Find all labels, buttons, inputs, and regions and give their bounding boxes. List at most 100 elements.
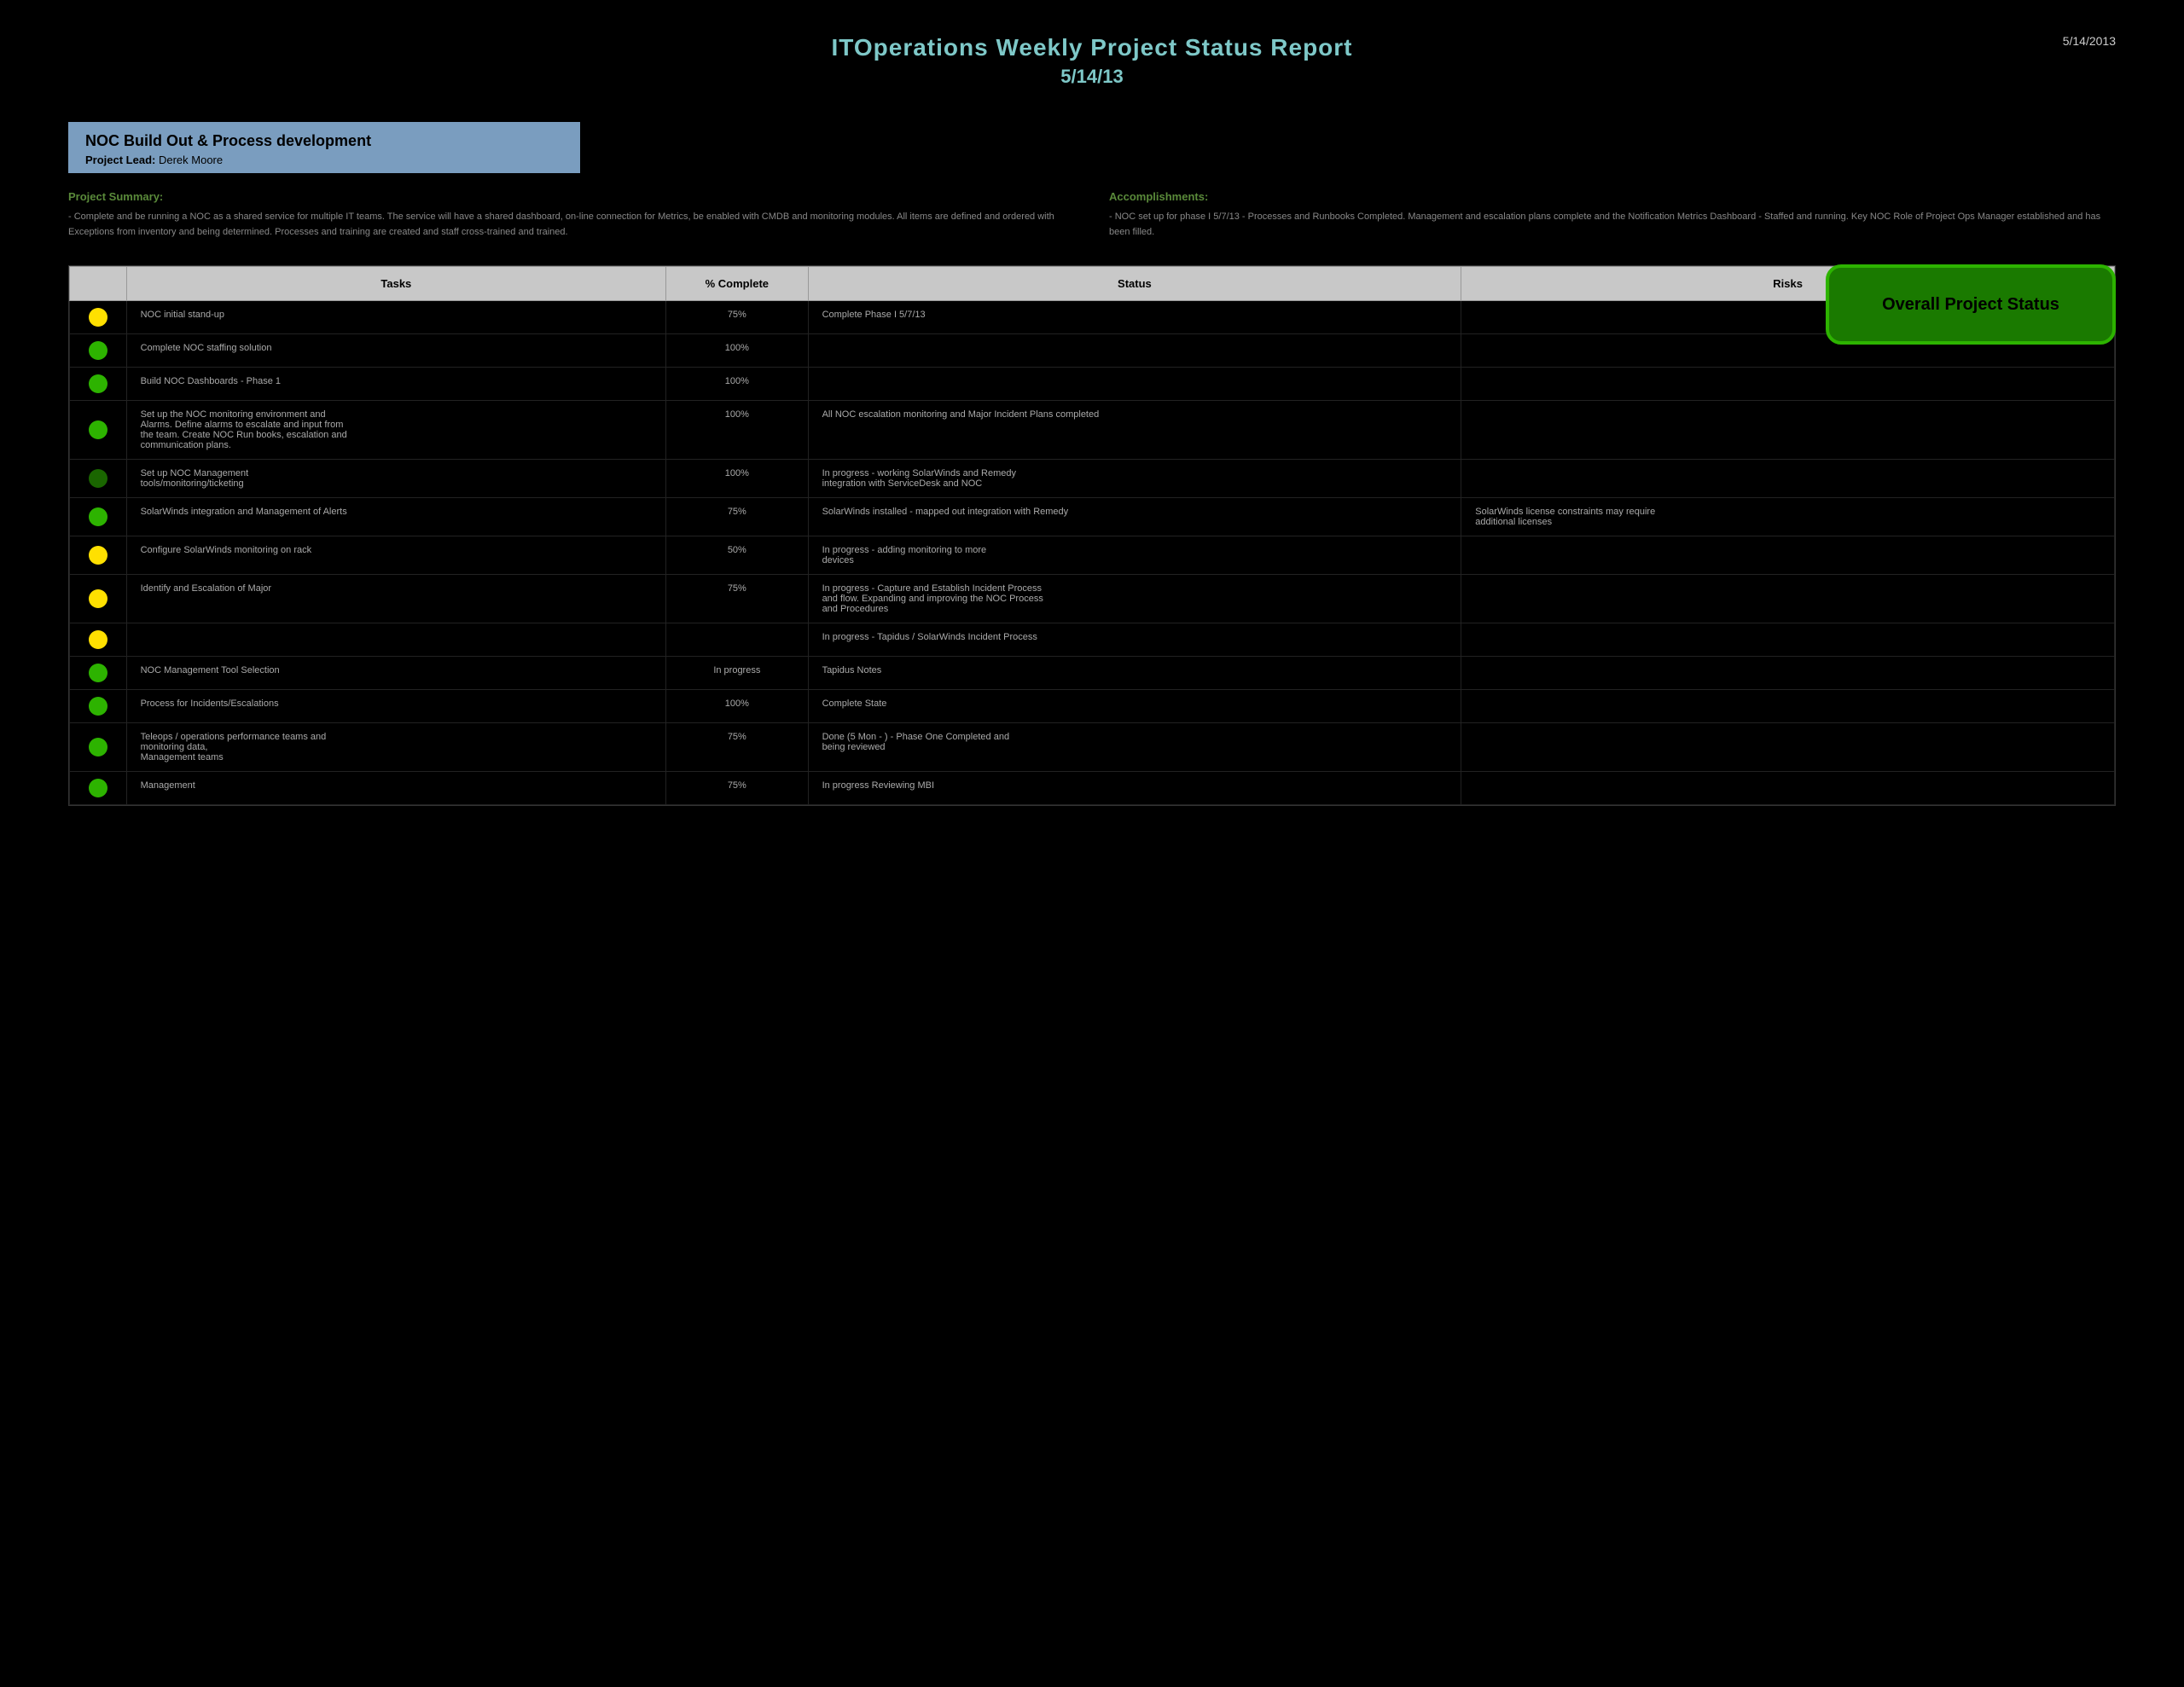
risks-cell [1461, 723, 2115, 772]
right-section: Accomplishments: - NOC set up for phase … [1109, 190, 2116, 240]
complete-cell: 75% [666, 575, 808, 623]
table-row: Complete NOC staffing solution100% [70, 334, 2115, 368]
status-cell: In progress - Capture and Establish Inci… [808, 575, 1461, 623]
status-cell: Tapidus Notes [808, 657, 1461, 690]
complete-cell: In progress [666, 657, 808, 690]
task-cell: Build NOC Dashboards - Phase 1 [126, 368, 666, 401]
indicator-cell [70, 334, 127, 368]
risks-cell [1461, 623, 2115, 657]
status-cell: In progress - adding monitoring to more … [808, 536, 1461, 575]
status-cell [808, 368, 1461, 401]
status-cell: In progress - Tapidus / SolarWinds Incid… [808, 623, 1461, 657]
task-cell [126, 623, 666, 657]
status-cell: Complete Phase I 5/7/13 [808, 301, 1461, 334]
indicator-cell [70, 301, 127, 334]
complete-cell: 75% [666, 772, 808, 805]
status-cell: All NOC escalation monitoring and Major … [808, 401, 1461, 460]
indicator-cell [70, 401, 127, 460]
risks-cell: SolarWinds license constraints may requi… [1461, 498, 2115, 536]
project-banner: NOC Build Out & Process development Proj… [68, 122, 580, 173]
col-indicator-header [70, 267, 127, 301]
status-dot [89, 697, 107, 716]
status-cell: In progress Reviewing MBI [808, 772, 1461, 805]
risks-cell [1461, 460, 2115, 498]
risks-cell [1461, 536, 2115, 575]
status-cell: Complete State [808, 690, 1461, 723]
task-cell: NOC Management Tool Selection [126, 657, 666, 690]
table-header-row: Tasks % Complete Status Risks [70, 267, 2115, 301]
indicator-cell [70, 536, 127, 575]
complete-cell: 100% [666, 368, 808, 401]
content-area: Project Summary: - Complete and be runni… [68, 190, 2116, 240]
tasks-table: Tasks % Complete Status Risks NOC initia… [69, 266, 2115, 805]
table-row: Teleops / operations performance teams a… [70, 723, 2115, 772]
risks-cell [1461, 368, 2115, 401]
table-row: Configure SolarWinds monitoring on rack5… [70, 536, 2115, 575]
page-title: ITOperations Weekly Project Status Repor… [68, 34, 2116, 61]
task-cell: Complete NOC staffing solution [126, 334, 666, 368]
project-name: NOC Build Out & Process development [85, 132, 563, 150]
right-section-header: Accomplishments: [1109, 190, 2116, 203]
left-section-text: - Complete and be running a NOC as a sha… [68, 210, 1075, 240]
left-section-header: Project Summary: [68, 190, 1075, 203]
complete-cell: 100% [666, 401, 808, 460]
page-subtitle: 5/14/13 [68, 66, 2116, 88]
tasks-table-container: Tasks % Complete Status Risks NOC initia… [68, 265, 2116, 806]
table-row: Identify and Escalation of Major75%In pr… [70, 575, 2115, 623]
table-row: NOC Management Tool SelectionIn progress… [70, 657, 2115, 690]
status-dot [89, 469, 107, 488]
status-dot [89, 589, 107, 608]
status-dot [89, 738, 107, 757]
project-lead: Project Lead: Derek Moore [85, 154, 563, 166]
table-row: Management75%In progress Reviewing MBI [70, 772, 2115, 805]
task-cell: Teleops / operations performance teams a… [126, 723, 666, 772]
indicator-cell [70, 690, 127, 723]
overall-status-box: Overall Project Status [1826, 264, 2116, 345]
task-cell: Process for Incidents/Escalations [126, 690, 666, 723]
indicator-cell [70, 772, 127, 805]
table-row: NOC initial stand-up75%Complete Phase I … [70, 301, 2115, 334]
task-cell: Identify and Escalation of Major [126, 575, 666, 623]
status-cell: SolarWinds installed - mapped out integr… [808, 498, 1461, 536]
indicator-cell [70, 460, 127, 498]
status-dot [89, 420, 107, 439]
complete-cell: 100% [666, 334, 808, 368]
overall-status-label: Overall Project Status [1863, 293, 2078, 316]
col-tasks-header: Tasks [126, 267, 666, 301]
complete-cell: 75% [666, 301, 808, 334]
left-section: Project Summary: - Complete and be runni… [68, 190, 1075, 240]
task-cell: Set up the NOC monitoring environment an… [126, 401, 666, 460]
table-row: Set up the NOC monitoring environment an… [70, 401, 2115, 460]
complete-cell: 100% [666, 690, 808, 723]
status-dot [89, 630, 107, 649]
status-dot [89, 341, 107, 360]
page-header: ITOperations Weekly Project Status Repor… [68, 34, 2116, 88]
status-dot [89, 664, 107, 682]
complete-cell [666, 623, 808, 657]
status-dot [89, 507, 107, 526]
task-cell: SolarWinds integration and Management of… [126, 498, 666, 536]
indicator-cell [70, 498, 127, 536]
complete-cell: 50% [666, 536, 808, 575]
col-status-header: Status [808, 267, 1461, 301]
col-complete-header: % Complete [666, 267, 808, 301]
table-row: In progress - Tapidus / SolarWinds Incid… [70, 623, 2115, 657]
task-cell: Set up NOC Management tools/monitoring/t… [126, 460, 666, 498]
status-dot [89, 779, 107, 797]
status-dot [89, 374, 107, 393]
table-row: Process for Incidents/Escalations100%Com… [70, 690, 2115, 723]
table-row: Build NOC Dashboards - Phase 1100% [70, 368, 2115, 401]
task-cell: NOC initial stand-up [126, 301, 666, 334]
status-dot [89, 546, 107, 565]
status-cell: In progress - working SolarWinds and Rem… [808, 460, 1461, 498]
risks-cell [1461, 575, 2115, 623]
indicator-cell [70, 623, 127, 657]
complete-cell: 100% [666, 460, 808, 498]
complete-cell: 75% [666, 723, 808, 772]
right-section-text: - NOC set up for phase I 5/7/13 - Proces… [1109, 210, 2116, 240]
indicator-cell [70, 723, 127, 772]
risks-cell [1461, 690, 2115, 723]
status-cell [808, 334, 1461, 368]
indicator-cell [70, 368, 127, 401]
header-date: 5/14/2013 [2063, 34, 2116, 48]
